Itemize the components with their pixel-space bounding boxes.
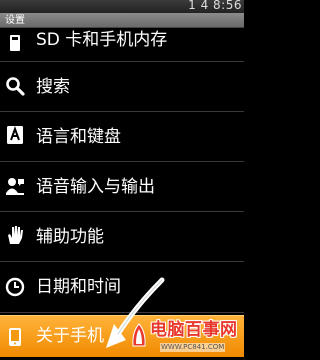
- search-icon: [4, 75, 26, 97]
- keyboard-a-icon: [4, 124, 26, 146]
- settings-item-label: 日期和时间: [36, 277, 121, 297]
- hand-icon: [4, 224, 26, 246]
- settings-item-voice[interactable]: 语音输入与输出: [0, 162, 244, 212]
- watermark-title: 电脑百事网: [150, 320, 238, 340]
- settings-item-accessibility[interactable]: 辅助功能: [0, 212, 244, 262]
- settings-item-label: 辅助功能: [36, 227, 104, 247]
- title-bar: 设置: [0, 13, 244, 28]
- settings-item-language-keyboard[interactable]: 语言和键盘: [0, 112, 244, 162]
- settings-item-label: 语言和键盘: [36, 127, 121, 147]
- speech-icon: [4, 175, 26, 197]
- watermark-logo-icon: [132, 323, 146, 347]
- divider: [0, 312, 244, 313]
- watermark: 电脑百事网 WWW.PC841.COM: [130, 318, 244, 360]
- settings-item-date-time[interactable]: 日期和时间: [0, 262, 244, 312]
- settings-screen: 1 4 8:56 设置 SD 卡和手机内存 搜索 语言和键盘 语音输入与输出 辅…: [0, 0, 244, 360]
- status-clock: 1 4 8:56: [188, 0, 242, 12]
- phone-info-icon: [4, 326, 26, 348]
- settings-item-storage[interactable]: SD 卡和手机内存: [0, 27, 244, 57]
- settings-item-label: 关于手机: [36, 326, 104, 346]
- settings-item-label: SD 卡和手机内存: [36, 30, 168, 50]
- clock-icon: [4, 276, 26, 298]
- settings-item-search[interactable]: 搜索: [0, 62, 244, 112]
- watermark-url: WWW.PC841.COM: [160, 343, 226, 352]
- storage-icon: [4, 33, 26, 55]
- page-title: 设置: [5, 15, 25, 26]
- status-bar: 1 4 8:56: [0, 0, 244, 14]
- settings-item-label: 语音输入与输出: [36, 177, 155, 197]
- settings-item-label: 搜索: [36, 77, 70, 97]
